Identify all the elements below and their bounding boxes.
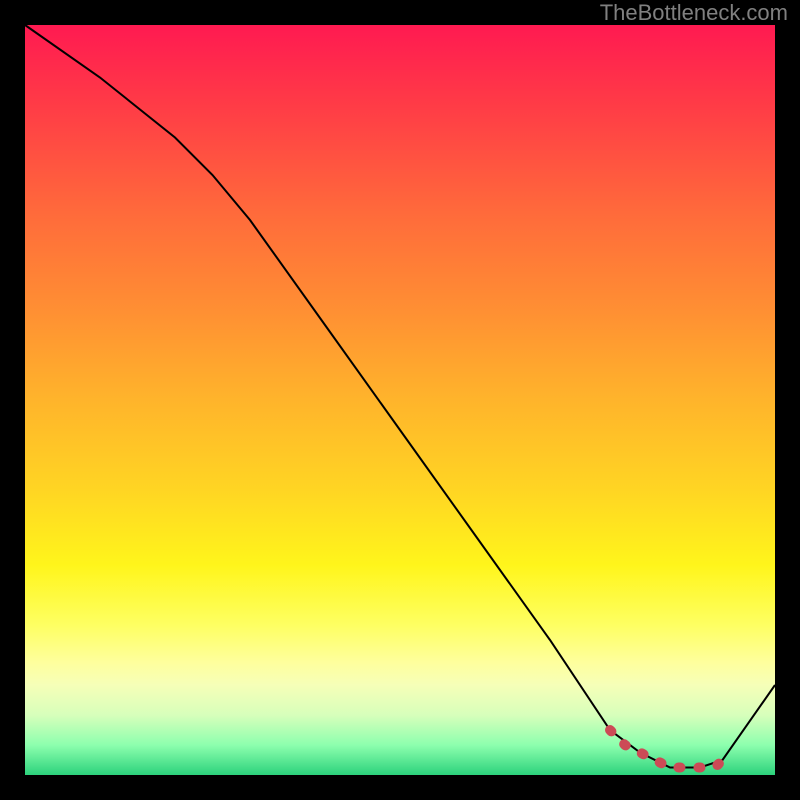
watermark-text: TheBottleneck.com [600, 0, 788, 26]
optimal-range-marker [610, 730, 723, 768]
chart-overlay [25, 25, 775, 775]
chart-frame: TheBottleneck.com [0, 0, 800, 800]
bottleneck-curve-line [25, 25, 775, 768]
